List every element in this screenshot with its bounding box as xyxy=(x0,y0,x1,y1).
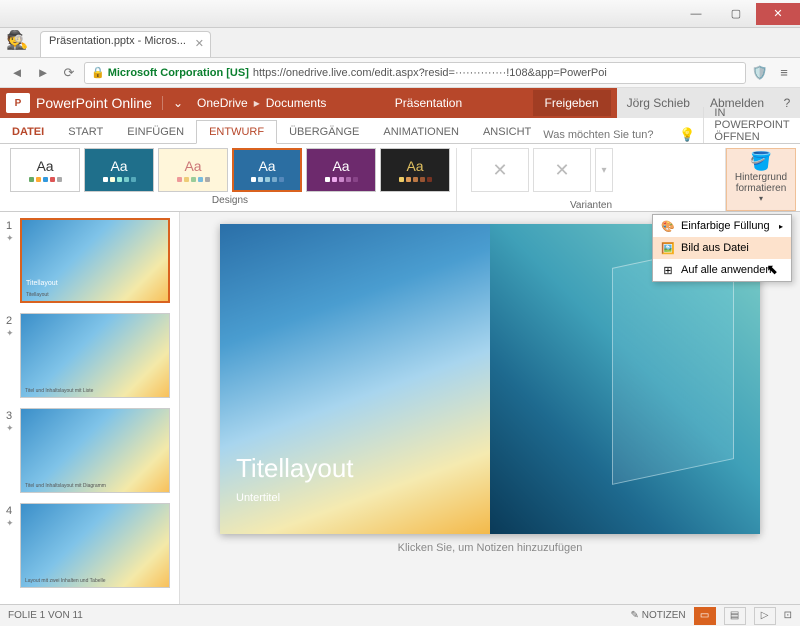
close-button[interactable]: ✕ xyxy=(756,3,800,25)
incognito-icon: 🕵️ xyxy=(6,30,28,51)
app-logo-icon[interactable]: P xyxy=(6,93,30,113)
browser-tab[interactable]: Präsentation.pptx - Micros... ✕ xyxy=(40,31,211,57)
variants-label: Varianten xyxy=(463,197,719,211)
tab-title: Präsentation.pptx - Micros... xyxy=(49,35,186,47)
variant-gallery: ✕ ✕ ▾ xyxy=(463,148,719,197)
notes-toggle[interactable]: ✎ NOTIZEN xyxy=(631,610,686,621)
slide-title[interactable]: Titellayout xyxy=(236,453,354,484)
slide-thumbnail-1[interactable]: TitellayoutTitellayout xyxy=(20,218,170,303)
menu-icon[interactable]: ≡ xyxy=(774,63,794,83)
menu-image-from-file[interactable]: 🖼️ Bild aus Datei xyxy=(653,237,791,259)
thumb-number: 2✦ xyxy=(6,313,16,398)
variant-2[interactable]: ✕ xyxy=(533,148,591,192)
slide-thumbnail-4[interactable]: Layout mit zwei Inhalten und Tabelle xyxy=(20,503,170,588)
app-title: PowerPoint Online xyxy=(36,95,162,111)
slide-panel[interactable]: 1✦TitellayoutTitellayout2✦Titel und Inha… xyxy=(0,212,180,604)
reading-view-icon[interactable]: ▤ xyxy=(724,607,746,625)
breadcrumb-onedrive[interactable]: OneDrive xyxy=(193,96,252,110)
thumb-number: 1✦ xyxy=(6,218,16,303)
breadcrumb-documents[interactable]: Documents xyxy=(262,96,331,110)
theme-option-2[interactable]: Aa xyxy=(158,148,228,192)
ribbon-tabs: DATEI START EINFÜGEN ENTWURF ÜBERGÄNGE A… xyxy=(0,118,800,144)
back-icon[interactable]: ◄ xyxy=(6,62,28,84)
submenu-arrow-icon: ▸ xyxy=(779,222,783,231)
notes-placeholder[interactable]: Klicken Sie, um Notizen hinzuzufügen xyxy=(398,534,583,562)
format-background-button[interactable]: 🪣 Hintergrund formatieren ▾ xyxy=(726,148,796,211)
slide-subtitle[interactable]: Untertitel xyxy=(236,492,280,504)
menu-apply-all[interactable]: ⊞ Auf alle anwenden xyxy=(653,259,791,281)
breadcrumb-sep-icon: ▸ xyxy=(252,96,262,110)
url-field[interactable]: 🔒 Microsoft Corporation [US] https://one… xyxy=(84,62,746,84)
paint-bucket-icon: 🪣 xyxy=(750,151,772,172)
bulb-icon: 💡 xyxy=(679,127,695,143)
document-name[interactable]: Präsentation xyxy=(330,96,526,110)
theme-gallery: AaAaAaAaAaAa xyxy=(10,148,450,192)
variant-more[interactable]: ▾ xyxy=(595,148,613,192)
slide-counter: FOLIE 1 VON 11 xyxy=(8,610,83,621)
app-menu-chevron[interactable]: ⌄ xyxy=(162,96,193,110)
image-icon: 🖼️ xyxy=(661,241,675,255)
star-icon: ✦ xyxy=(6,423,14,433)
chevron-down-icon: ▾ xyxy=(759,194,763,203)
ribbon: AaAaAaAaAaAa Designs ✕ ✕ ▾ Varianten 🪣 H… xyxy=(0,144,800,212)
tab-design[interactable]: ENTWURF xyxy=(196,120,277,144)
theme-option-0[interactable]: Aa xyxy=(10,148,80,192)
fit-icon[interactable]: ⊡ xyxy=(784,610,792,621)
format-bg-label: Hintergrund formatieren xyxy=(727,172,795,194)
tellme-input[interactable] xyxy=(543,129,673,141)
slide-thumbnail-2[interactable]: Titel und Inhaltslayout mit Liste xyxy=(20,313,170,398)
address-bar: ◄ ► ⟳ 🔒 Microsoft Corporation [US] https… xyxy=(0,58,800,88)
slide-bg-left xyxy=(220,224,490,534)
thumb-number: 4✦ xyxy=(6,503,16,588)
cert-label: Microsoft Corporation [US] xyxy=(108,67,249,79)
app-bar: P PowerPoint Online ⌄ OneDrive ▸ Documen… xyxy=(0,88,800,118)
normal-view-icon[interactable]: ▭ xyxy=(694,607,716,625)
paint-icon: 🎨 xyxy=(661,219,675,233)
share-button[interactable]: Freigeben xyxy=(533,90,611,116)
tab-animations[interactable]: ANIMATIONEN xyxy=(371,121,471,143)
extension-icon[interactable]: 🛡️ xyxy=(750,63,770,83)
theme-option-4[interactable]: Aa xyxy=(306,148,376,192)
apply-all-icon: ⊞ xyxy=(661,263,675,277)
slide-thumbnail-3[interactable]: Titel und Inhaltslayout mit Diagramm xyxy=(20,408,170,493)
theme-option-3[interactable]: Aa xyxy=(232,148,302,192)
star-icon: ✦ xyxy=(6,233,14,243)
tab-close-icon[interactable]: ✕ xyxy=(195,37,204,50)
forward-icon[interactable]: ► xyxy=(32,62,54,84)
tab-insert[interactable]: EINFÜGEN xyxy=(115,121,196,143)
reload-icon[interactable]: ⟳ xyxy=(58,62,80,84)
tab-file[interactable]: DATEI xyxy=(0,121,56,143)
minimize-button[interactable]: — xyxy=(676,3,716,25)
tab-transitions[interactable]: ÜBERGÄNGE xyxy=(277,121,371,143)
tab-home[interactable]: START xyxy=(56,121,115,143)
star-icon: ✦ xyxy=(6,518,14,528)
slideshow-view-icon[interactable]: ▷ xyxy=(754,607,776,625)
tab-view[interactable]: ANSICHT xyxy=(471,121,543,143)
thumb-number: 3✦ xyxy=(6,408,16,493)
url-text: https://onedrive.live.com/edit.aspx?resi… xyxy=(253,67,607,79)
status-bar: FOLIE 1 VON 11 ✎ NOTIZEN ▭ ▤ ▷ ⊡ xyxy=(0,604,800,626)
user-name[interactable]: Jörg Schieb xyxy=(617,88,700,118)
window-titlebar: — ▢ ✕ xyxy=(0,0,800,28)
lock-icon: 🔒 xyxy=(91,66,105,79)
variant-1[interactable]: ✕ xyxy=(471,148,529,192)
format-background-menu: 🎨 Einfarbige Füllung ▸ 🖼️ Bild aus Datei… xyxy=(652,214,792,282)
theme-option-5[interactable]: Aa xyxy=(380,148,450,192)
designs-label: Designs xyxy=(10,192,450,206)
theme-option-1[interactable]: Aa xyxy=(84,148,154,192)
menu-solid-fill[interactable]: 🎨 Einfarbige Füllung ▸ xyxy=(653,215,791,237)
open-in-desktop[interactable]: IN POWERPOINT ÖFFNEN xyxy=(703,107,800,143)
star-icon: ✦ xyxy=(6,328,14,338)
browser-tabbar: 🕵️ Präsentation.pptx - Micros... ✕ xyxy=(0,28,800,58)
maximize-button[interactable]: ▢ xyxy=(716,3,756,25)
